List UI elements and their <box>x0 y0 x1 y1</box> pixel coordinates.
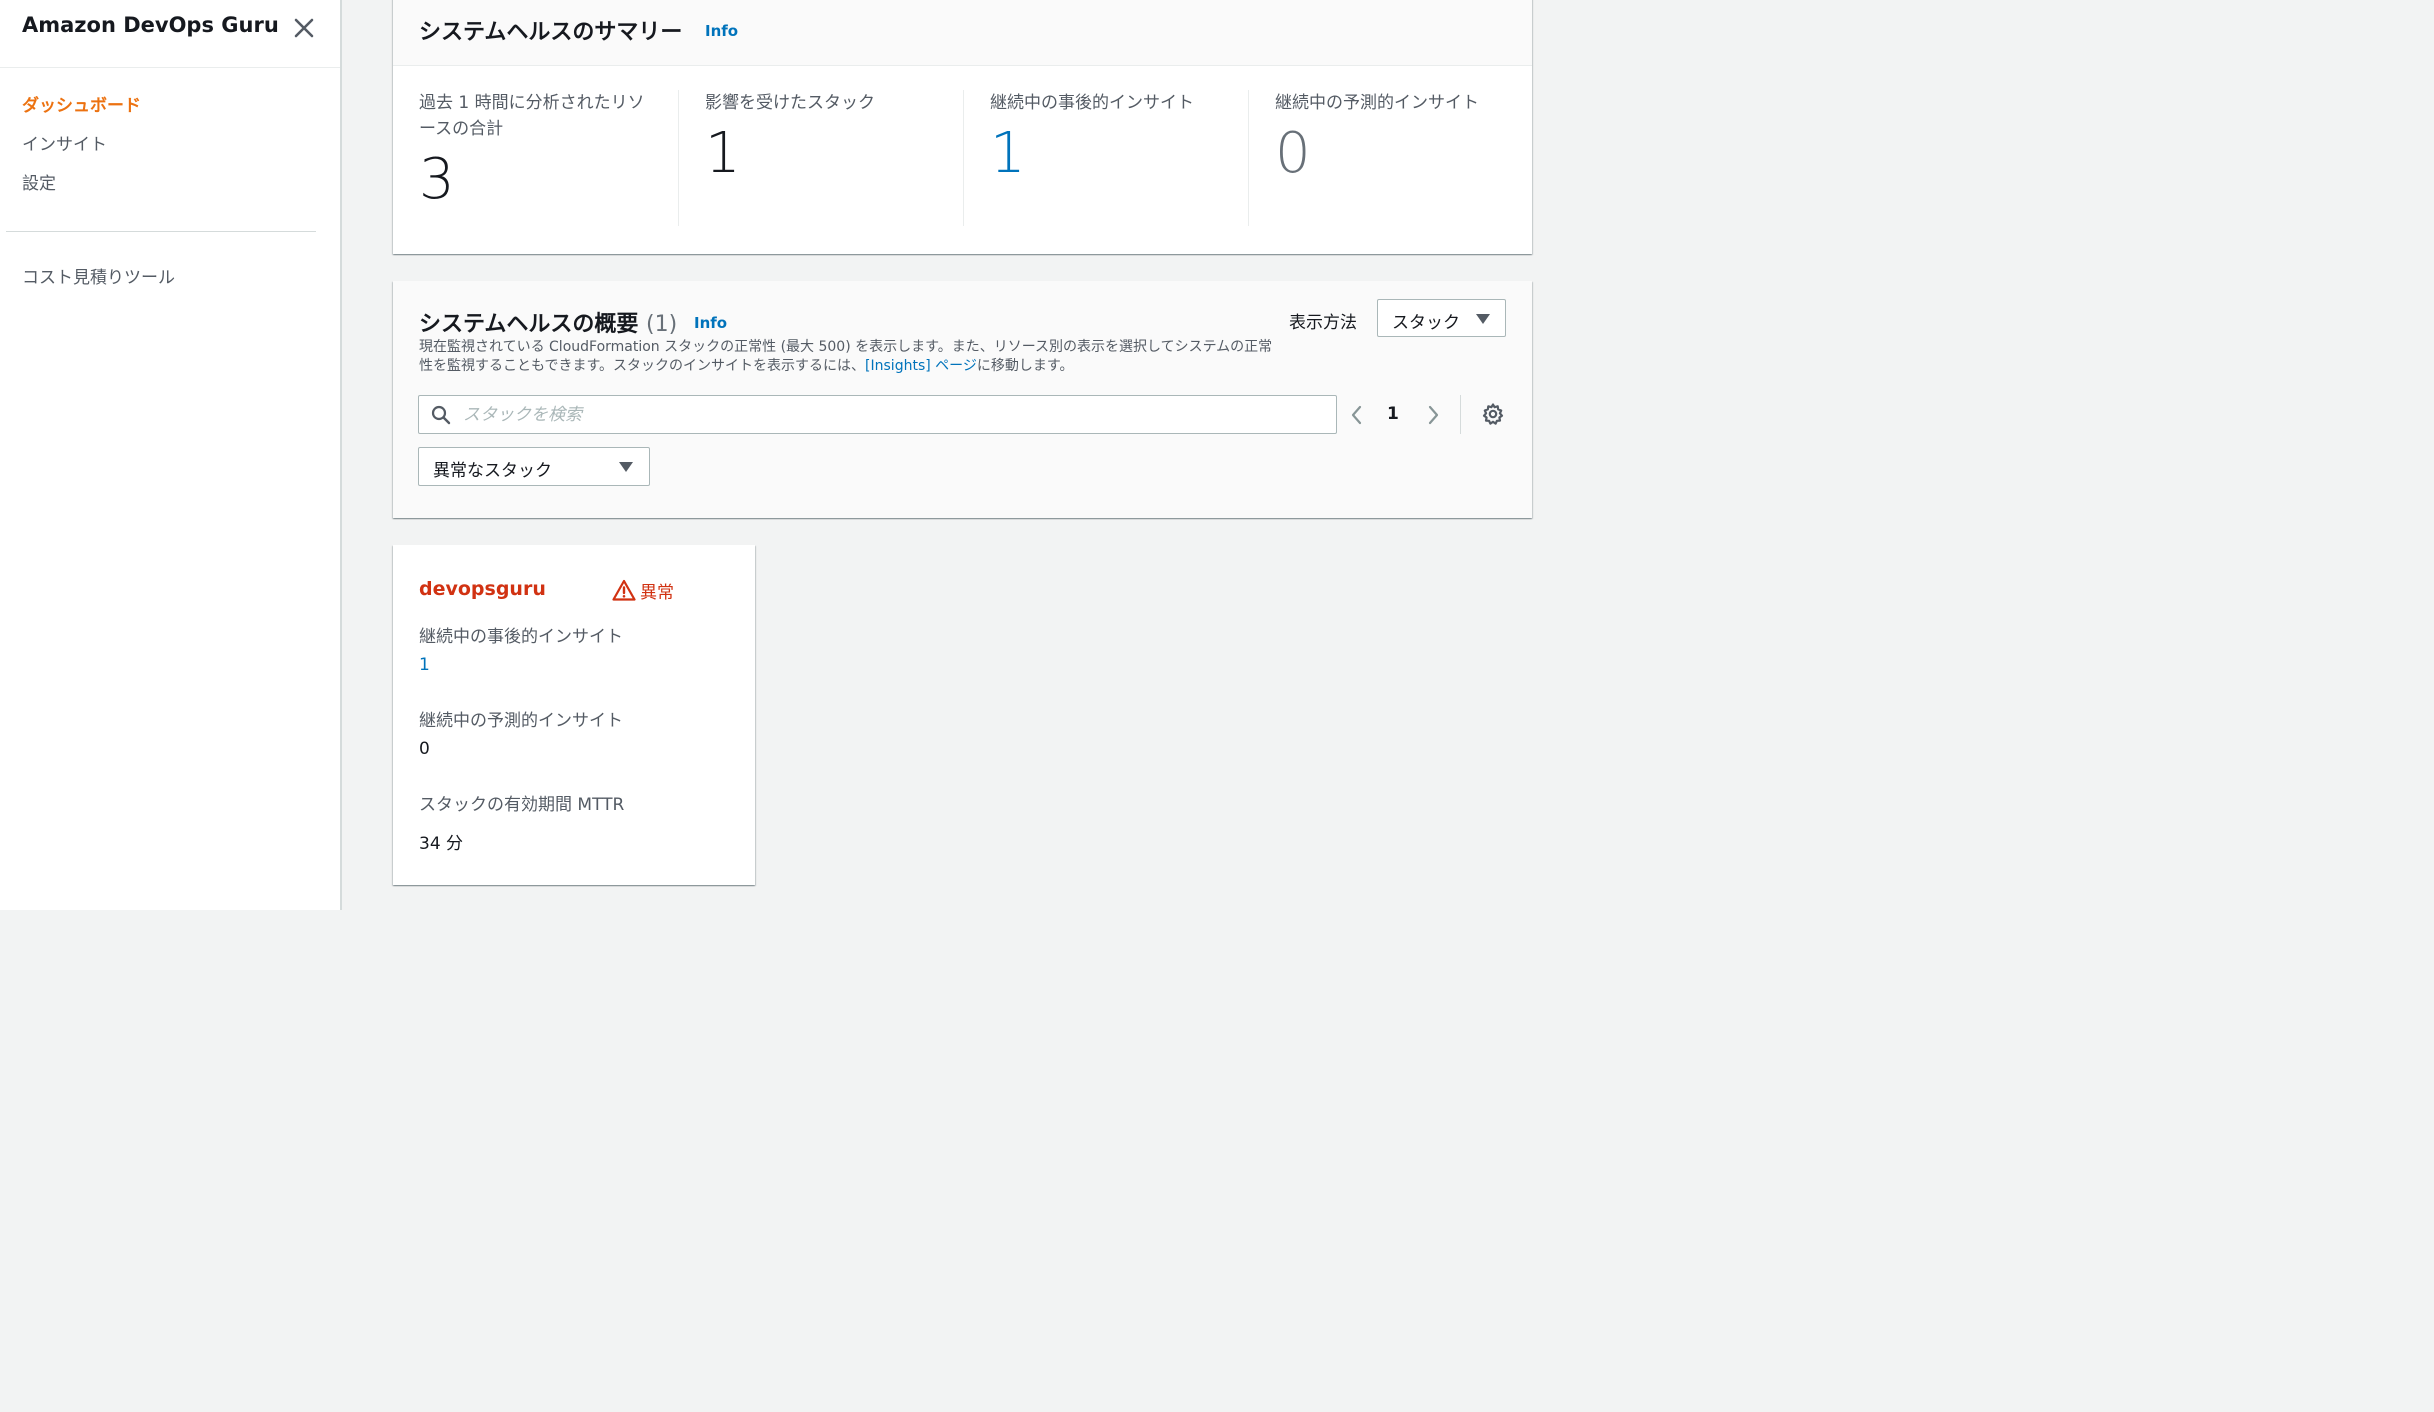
stat-label: 影響を受けたスタック <box>705 93 875 113</box>
reactive-insights-label: 継続中の事後的インサイト <box>419 627 623 647</box>
summary-header: システムヘルスのサマリー Info <box>393 0 1532 66</box>
stat-label: 継続中の予測的インサイト <box>1275 93 1479 113</box>
stat-resources-analyzed: 過去 1 時間に分析されたリソースの合計 3 <box>419 90 649 226</box>
insights-page-link[interactable]: [Insights] ページ <box>865 358 977 374</box>
overview-info-link[interactable]: Info <box>694 314 727 332</box>
stat-ongoing-reactive-insights: 継続中の事後的インサイト 1 <box>990 90 1240 226</box>
summary-info-link[interactable]: Info <box>705 22 738 40</box>
status-badge: 異常 <box>612 578 674 603</box>
stat-divider <box>963 90 964 226</box>
stack-filter-select[interactable]: 異常なスタック <box>418 447 650 486</box>
sidebar-item-dashboard[interactable]: ダッシュボード <box>22 93 141 132</box>
overview-description: 現在監視されている CloudFormation スタックの正常性 (最大 50… <box>419 338 1279 376</box>
system-health-overview-panel: システムヘルスの概要 (1) Info 現在監視されている CloudForma… <box>393 281 1532 518</box>
stat-label: 過去 1 時間に分析されたリソースの合計 <box>419 93 645 139</box>
stat-value: 1 <box>705 121 741 186</box>
chevron-right-icon[interactable] <box>1423 403 1443 427</box>
close-icon[interactable] <box>288 12 320 44</box>
stat-ongoing-proactive-insights: 継続中の予測的インサイト 0 <box>1275 90 1525 226</box>
sidebar-title: Amazon DevOps Guru <box>22 13 279 37</box>
view-by-select[interactable]: スタック <box>1377 299 1506 337</box>
stat-value: 0 <box>1275 121 1311 186</box>
gear-icon[interactable] <box>1481 402 1505 426</box>
search-field[interactable] <box>418 395 1337 434</box>
overview-desc-text-end: に移動します。 <box>976 358 1074 374</box>
view-by-label: 表示方法 <box>1289 313 1357 333</box>
stat-label: 継続中の事後的インサイト <box>990 93 1194 113</box>
search-input[interactable] <box>463 402 1323 428</box>
page-number[interactable]: 1 <box>1387 404 1399 424</box>
pagination-divider <box>1460 395 1461 434</box>
proactive-insights-value: 0 <box>419 739 430 759</box>
proactive-insights-label: 継続中の予測的インサイト <box>419 711 623 731</box>
overview-desc-text: 現在監視されている CloudFormation スタックの正常性 (最大 50… <box>419 339 1273 374</box>
search-icon <box>431 405 451 425</box>
sidebar: Amazon DevOps Guru ダッシュボード インサイト 設定 コスト見… <box>0 0 342 910</box>
chevron-left-icon[interactable] <box>1347 403 1367 427</box>
stat-value: 3 <box>419 147 455 212</box>
overview-title-text: システムヘルスの概要 <box>419 312 639 337</box>
caret-down-icon <box>1476 314 1490 324</box>
stack-name-link[interactable]: devopsguru <box>419 578 546 600</box>
mttr-label: スタックの有効期間 MTTR <box>419 795 625 815</box>
view-by-value: スタック <box>1392 313 1460 333</box>
sidebar-item-cost-estimator[interactable]: コスト見積りツール <box>22 263 175 288</box>
overview-title: システムヘルスの概要 (1) <box>419 306 677 338</box>
sidebar-divider <box>6 231 316 232</box>
warning-icon <box>612 579 636 601</box>
reactive-insights-value[interactable]: 1 <box>419 655 430 675</box>
stack-card: devopsguru 異常 継続中の事後的インサイト 1 継続中の予測的インサイ… <box>393 545 755 885</box>
mttr-value: 34 分 <box>419 834 464 854</box>
stat-divider <box>1248 90 1249 226</box>
status-text: 異常 <box>640 582 674 603</box>
sidebar-header: Amazon DevOps Guru <box>0 0 340 68</box>
stat-divider <box>678 90 679 226</box>
summary-title: システムヘルスのサマリー <box>419 20 683 45</box>
stat-affected-stacks: 影響を受けたスタック 1 <box>705 90 955 226</box>
caret-down-icon <box>619 462 633 472</box>
sidebar-item-insights[interactable]: インサイト <box>22 132 141 171</box>
system-health-summary-panel: システムヘルスのサマリー Info 過去 1 時間に分析されたリソースの合計 3… <box>393 0 1532 254</box>
overview-count: (1) <box>646 312 678 337</box>
sidebar-nav: ダッシュボード インサイト 設定 <box>22 93 141 210</box>
stack-filter-value: 異常なスタック <box>433 461 552 481</box>
stat-value-link[interactable]: 1 <box>990 126 1240 182</box>
sidebar-item-settings[interactable]: 設定 <box>22 171 141 210</box>
